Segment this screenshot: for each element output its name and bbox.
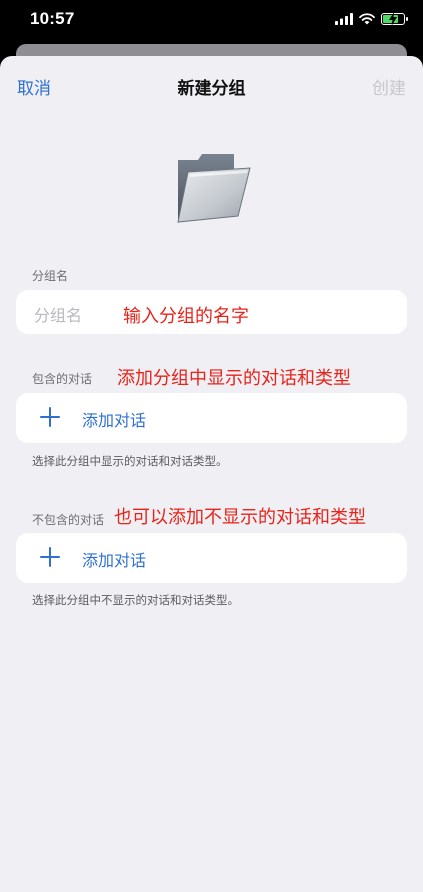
new-folder-sheet: 取消 新建分组 创建 分组名 分组名 输入分组的名字 包含的对话 添加分组中显示… [0, 56, 423, 892]
battery-icon [381, 12, 408, 26]
exclude-group: 添加对话 [16, 533, 407, 583]
exclude-note: 选择此分组中不显示的对话和对话类型。 [32, 593, 239, 607]
exclude-label: 不包含的对话 [32, 513, 105, 527]
add-included-chat-label: 添加对话 [82, 411, 147, 430]
status-icons [335, 12, 408, 26]
add-excluded-chat-button[interactable]: 添加对话 [16, 533, 407, 583]
folder-name-input[interactable]: 分组名 [34, 302, 82, 326]
folder-name-label: 分组名 [32, 269, 69, 283]
add-included-chat-button[interactable]: 添加对话 [16, 393, 407, 443]
include-label: 包含的对话 [32, 372, 93, 386]
annotation-name: 输入分组的名字 [123, 306, 249, 327]
folder-icon [177, 154, 251, 223]
add-excluded-chat-label: 添加对话 [82, 551, 147, 570]
status-bar: 10:57 [0, 0, 423, 44]
annotation-include: 添加分组中显示的对话和类型 [117, 368, 351, 389]
include-note: 选择此分组中显示的对话和对话类型。 [32, 454, 228, 468]
signal-icon [335, 13, 353, 25]
page-title: 新建分组 [177, 79, 246, 99]
annotation-exclude: 也可以添加不显示的对话和类型 [114, 507, 366, 528]
wifi-icon [359, 13, 375, 25]
plus-icon [40, 547, 60, 567]
plus-icon [40, 407, 60, 427]
include-group: 添加对话 [16, 393, 407, 443]
create-button[interactable]: 创建 [372, 74, 406, 99]
status-time: 10:57 [30, 9, 75, 28]
